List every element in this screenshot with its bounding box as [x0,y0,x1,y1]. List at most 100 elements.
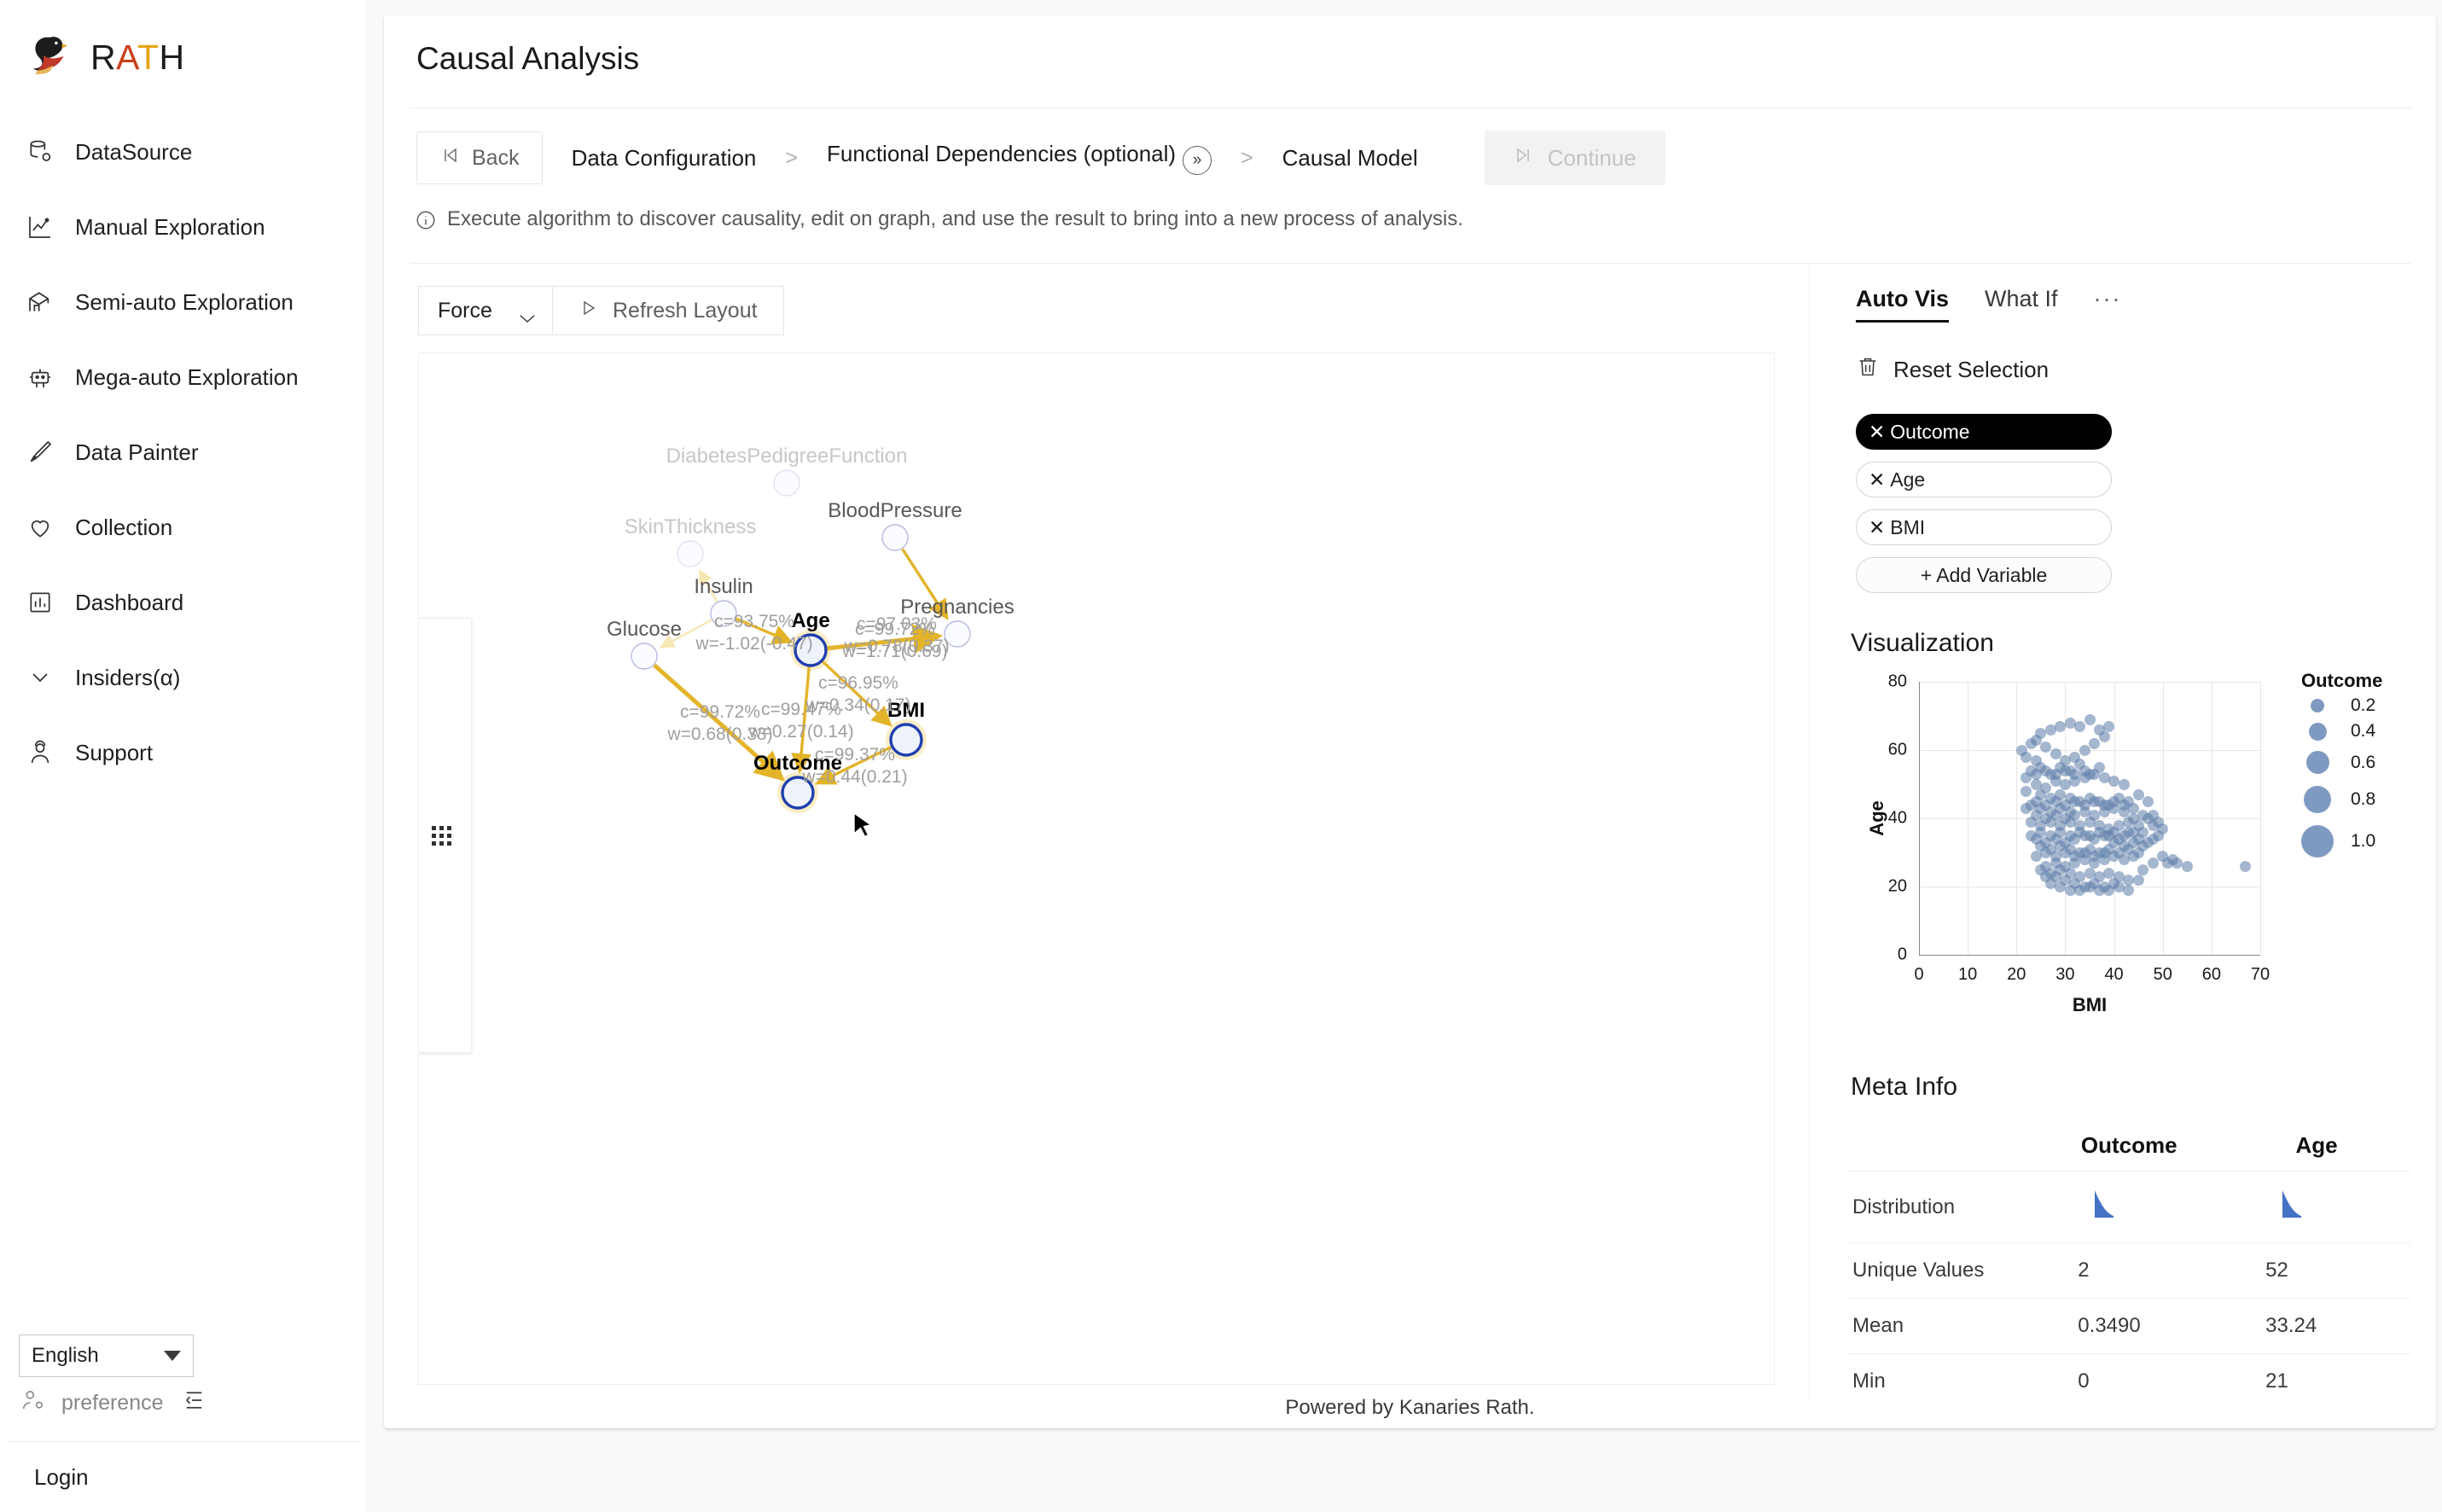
chip-age[interactable]: ✕ Age [1856,462,2112,497]
preference-button[interactable]: preference [0,1387,367,1441]
sidebar-item-collection[interactable]: Collection [0,490,366,565]
back-button[interactable]: Back [416,131,543,184]
continue-button[interactable]: Continue [1484,131,1666,185]
graph-node-bloodpressure[interactable] [881,524,909,551]
database-gear-icon [26,137,55,166]
double-chevron-badge-icon[interactable]: » [1183,146,1212,175]
scatter-point [2020,785,2032,797]
y-tick-label: 40 [1887,808,1907,828]
chip-outcome[interactable]: ✕ Outcome [1856,414,2112,450]
node-label-insulin: Insulin [694,575,753,598]
node-label-skinthickness: SkinThickness [624,515,757,538]
breadcrumb-item-data-configuration[interactable]: Data Configuration [543,145,786,172]
add-variable-button[interactable]: + Add Variable [1856,557,2112,593]
legend-item[interactable]: 0.6 [2301,751,2375,774]
collapse-panel-icon[interactable] [179,1387,205,1419]
scatter-chart[interactable]: 0 10 20 30 40 50 60 70 0 20 40 60 80 BMI Age Outcome 0.2… [1852,670,2398,1037]
legend-bubble [2304,786,2331,813]
tab-what-if[interactable]: What If [1985,286,2058,323]
login-button[interactable]: Login [0,1442,367,1512]
sidebar-item-support[interactable]: Support [0,715,366,790]
x-tick-label: 20 [2007,965,2026,984]
meta-cell [2223,1171,2410,1243]
legend-item[interactable]: 0.8 [2301,786,2375,813]
legend-item[interactable]: 0.4 [2301,721,2375,741]
graph-pane: Force Refresh Layout DiabetesPedigreeFun… [410,264,1809,1399]
meta-row-label: Distribution [1847,1171,2036,1243]
breadcrumb-separator: > [1241,145,1253,170]
refresh-layout-button[interactable]: Refresh Layout [553,286,784,335]
legend-value: 0.2 [2351,695,2376,715]
scatter-point [2098,730,2110,742]
edge-label-insulin-to-age: c=93.75% w=-1.02(-0.47) [695,611,813,654]
sidebar-item-label: Collection [75,514,173,540]
tab-auto-vis[interactable]: Auto Vis [1856,286,1950,323]
scatter-point [2059,778,2071,790]
x-tick-label: 0 [1914,965,1924,984]
legend-item[interactable]: 1.0 [2301,825,2375,858]
chevron-down-icon [518,305,537,323]
breadcrumb: Back Data Configuration > Functional Dep… [410,108,2410,185]
login-label: Login [34,1463,89,1490]
chevron-down-icon [164,1351,181,1361]
chip-label: Age [1890,468,1926,491]
graph-node-glucose[interactable] [631,643,658,670]
sidebar-item-manual-exploration[interactable]: Manual Exploration [0,189,366,265]
brand[interactable]: RATH [0,0,366,96]
grid-dots-handle-icon[interactable] [431,825,451,846]
sidebar-item-dashboard[interactable]: Dashboard [0,565,366,640]
meta-info-title: Meta Info [1851,1073,1958,1101]
back-label: Back [472,145,520,170]
causal-graph-canvas[interactable]: DiabetesPedigreeFunction SkinThickness Blo… [418,352,1775,1385]
breadcrumb-item-causal-model[interactable]: Causal Model [1253,145,1447,172]
scatter-point [2181,860,2193,872]
sidebar-footer: English preference Login [0,1335,367,1512]
tab-overflow-menu[interactable]: ··· [2094,286,2122,323]
x-axis-title: BMI [2072,994,2108,1015]
meta-cell: 0.3490 [2035,1298,2224,1354]
dashboard-icon [26,588,55,617]
hint-label: Execute algorithm to discover causality,… [447,207,1463,230]
x-icon[interactable]: ✕ [1869,517,1885,538]
scatter-point [2113,833,2125,845]
y-tick-label: 60 [1887,740,1907,759]
mouse-cursor-icon [853,812,873,838]
sidebar-item-insiders[interactable]: Insiders(α) [0,640,366,715]
scatter-point [2123,884,2135,896]
breadcrumb-item-functional-dependencies[interactable]: Functional Dependencies (optional)» [798,141,1241,175]
table-row: Unique Values 2 52 [1847,1242,2410,1299]
reset-selection-button[interactable]: Reset Selection [1842,323,2410,385]
graph-node-diabetespedigreefunction[interactable] [773,469,800,497]
sidebar-item-datasource[interactable]: DataSource [0,114,366,189]
x-icon[interactable]: ✕ [1869,469,1885,490]
scatter-point [2166,853,2178,865]
brand-letter-r: R [90,37,117,77]
sidebar-item-data-painter[interactable]: Data Painter [0,415,366,490]
sidebar-item-semi-auto-exploration[interactable]: Semi-auto Exploration [0,265,366,340]
layout-select[interactable]: Force [418,286,553,335]
y-tick-label: 20 [1887,876,1907,896]
scatter-point [2132,833,2144,845]
line-chart-icon [26,212,55,241]
x-tick-label: 50 [2153,965,2172,984]
x-icon[interactable]: ✕ [1869,422,1885,442]
main-content: Causal Analysis Back Data Configuration … [367,0,2442,1512]
floating-tool-panel[interactable] [419,618,472,1053]
scatter-point [2064,805,2076,817]
legend-item[interactable]: 0.2 [2301,695,2375,716]
brand-letter-t: T [137,37,160,77]
edge-label-bmi-to-outcome: c=99.37% w=0.44(0.21) [802,744,908,787]
graph-node-skinthickness[interactable] [677,540,704,567]
scatter-point [2118,799,2130,811]
sidebar-item-mega-auto-exploration[interactable]: Mega-auto Exploration [0,340,366,415]
sidebar-item-label: Support [75,739,154,765]
sidebar-item-label: Manual Exploration [75,213,265,240]
legend-value: 0.8 [2351,789,2376,809]
chip-label: Outcome [1890,420,1970,443]
refresh-layout-label: Refresh Layout [613,298,758,323]
language-select[interactable]: English [19,1335,194,1377]
scatter-point [2132,874,2144,886]
visualization-title: Visualization [1851,629,1994,657]
robot-icon [26,363,55,392]
chip-bmi[interactable]: ✕ BMI [1856,509,2112,545]
